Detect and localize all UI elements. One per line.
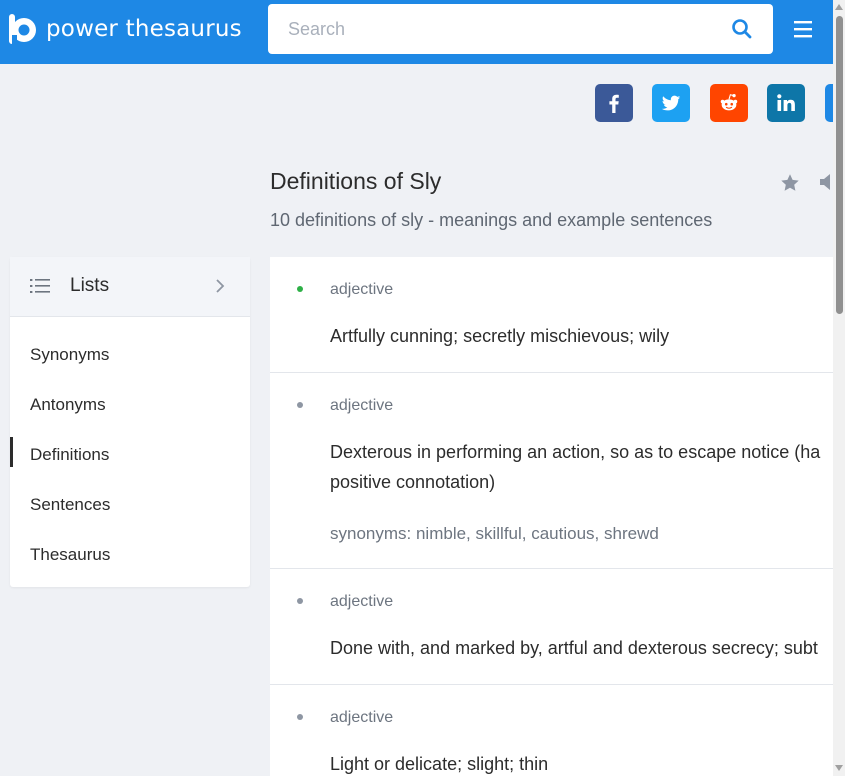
sidebar-item-definitions[interactable]: Definitions — [10, 435, 250, 475]
definition-marker — [297, 402, 303, 408]
part-of-speech: adjective — [330, 709, 394, 726]
logo-text: power thesaurus — [46, 16, 242, 42]
scroll-thumb[interactable] — [836, 16, 843, 314]
scroll-up-arrow-icon[interactable] — [835, 4, 843, 10]
reddit-icon — [720, 94, 738, 111]
search-icon[interactable] — [731, 18, 753, 40]
part-of-speech: adjective — [330, 281, 394, 298]
lists-header[interactable]: Lists — [10, 257, 250, 317]
sidebar-item-sentences[interactable]: Sentences — [10, 485, 250, 525]
sidebar-item-label: Sentences — [30, 495, 111, 514]
more-share-button[interactable] — [825, 84, 833, 122]
linkedin-share-button[interactable] — [767, 84, 805, 122]
definitions-list: adjective Artfully cunning; secretly mis… — [270, 257, 833, 776]
part-of-speech: adjective — [330, 397, 394, 414]
sidebar-item-label: Antonyms — [30, 395, 106, 414]
sidebar-item-antonyms[interactable]: Antonyms — [10, 385, 250, 425]
chevron-right-icon — [216, 279, 225, 293]
definition-text: Light or delicate; slight; thin — [330, 754, 549, 774]
sidebar-item-thesaurus[interactable]: Thesaurus — [10, 535, 250, 575]
twitter-icon — [661, 95, 681, 111]
definition-text: Dexterous in performing an action, so as… — [330, 442, 821, 462]
page-subtitle: 10 definitions of sly - meanings and exa… — [270, 210, 713, 230]
hamburger-menu-icon[interactable] — [792, 18, 814, 40]
definition-card: adjective Light or delicate; slight; thi… — [270, 685, 833, 776]
facebook-share-button[interactable] — [595, 84, 633, 122]
star-icon[interactable] — [779, 172, 801, 194]
definition-text: Done with, and marked by, artful and dex… — [330, 638, 818, 658]
definition-text: Artfully cunning; secretly mischievous; … — [330, 326, 670, 346]
page-title: Definitions of Sly — [270, 168, 442, 194]
definition-marker — [297, 286, 303, 292]
definition-card: adjective Done with, and marked by, artf… — [270, 569, 833, 685]
definition-text: positive connotation) — [330, 472, 496, 492]
twitter-share-button[interactable] — [652, 84, 690, 122]
linkedin-icon — [777, 94, 795, 111]
sidebar-item-synonyms[interactable]: Synonyms — [10, 335, 250, 375]
page-scrollbar[interactable] — [833, 0, 845, 776]
sidebar-item-label: Thesaurus — [30, 545, 111, 564]
sidebar: Lists Synonyms Antonyms Definitions Sent… — [10, 257, 250, 587]
power-thesaurus-logo-icon — [9, 14, 36, 44]
logo[interactable]: power thesaurus — [9, 14, 242, 44]
lists-label: Lists — [70, 275, 110, 296]
reddit-share-button[interactable] — [710, 84, 748, 122]
facebook-icon — [609, 94, 619, 113]
sidebar-item-label: Definitions — [30, 445, 110, 464]
search-box — [268, 4, 773, 54]
list-icon — [30, 279, 50, 293]
definition-card: adjective Artfully cunning; secretly mis… — [270, 257, 833, 373]
top-bar: power thesaurus — [0, 0, 833, 64]
sidebar-item-label: Synonyms — [30, 345, 110, 364]
speaker-icon[interactable] — [817, 171, 833, 193]
part-of-speech: adjective — [330, 593, 394, 610]
definition-synonyms: synonyms: nimble, skillful, cautious, sh… — [330, 524, 659, 543]
definition-card: adjective Dexterous in performing an act… — [270, 373, 833, 569]
search-input[interactable] — [268, 4, 718, 54]
scroll-down-arrow-icon[interactable] — [835, 765, 843, 771]
definition-marker — [297, 714, 303, 720]
definition-marker — [297, 598, 303, 604]
